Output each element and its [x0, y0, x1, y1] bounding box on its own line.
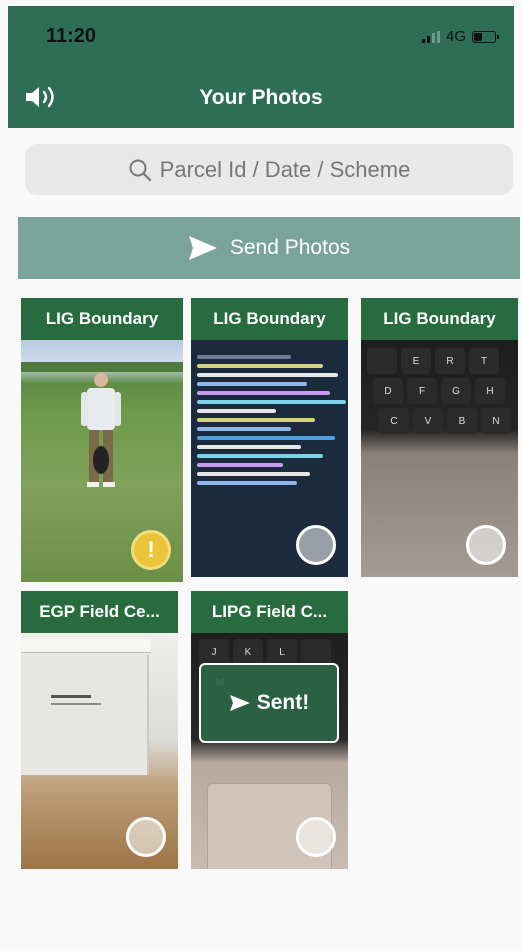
app-header: 11:20 4G Your Photos — [8, 6, 514, 128]
pending-status-icon[interactable] — [296, 525, 336, 565]
photo-card-label: LIPG Field C... — [191, 591, 348, 633]
sent-overlay: Sent! — [199, 663, 339, 743]
signal-icon — [421, 30, 440, 43]
photo-card[interactable]: LIG Boundary — [191, 298, 348, 577]
photo-card[interactable]: LIG Boundary E R T D F G H C V B N — [361, 298, 518, 577]
search-icon — [129, 159, 151, 181]
photo-card[interactable]: LIPG Field C... J K L M Sent! — [191, 591, 348, 869]
battery-icon — [472, 30, 499, 43]
send-icon — [229, 695, 250, 711]
pending-status-icon[interactable] — [466, 525, 506, 565]
sent-label: Sent! — [256, 691, 310, 714]
photo-card-label: EGP Field Ce... — [21, 591, 178, 633]
send-photos-button[interactable]: Send Photos — [18, 217, 520, 279]
photo-card-label: LIG Boundary — [191, 298, 348, 340]
pending-status-icon[interactable] — [296, 817, 336, 857]
photo-card[interactable]: EGP Field Ce... — [21, 591, 178, 869]
status-indicators: 4G — [421, 28, 499, 45]
photo-card[interactable]: LIG Boundary ! — [21, 298, 183, 582]
warning-status-icon[interactable]: ! — [131, 530, 171, 570]
search-input[interactable]: Parcel Id / Date / Scheme — [25, 144, 513, 195]
page-title: Your Photos — [199, 86, 323, 109]
network-type: 4G — [445, 28, 466, 45]
photo-card-label: LIG Boundary — [361, 298, 518, 340]
status-time: 11:20 — [46, 25, 97, 47]
pending-status-icon[interactable] — [126, 817, 166, 857]
send-photos-label: Send Photos — [229, 236, 351, 259]
search-placeholder: Parcel Id / Date / Scheme — [159, 156, 411, 182]
send-icon — [188, 236, 217, 260]
photo-card-label: LIG Boundary — [21, 298, 183, 340]
